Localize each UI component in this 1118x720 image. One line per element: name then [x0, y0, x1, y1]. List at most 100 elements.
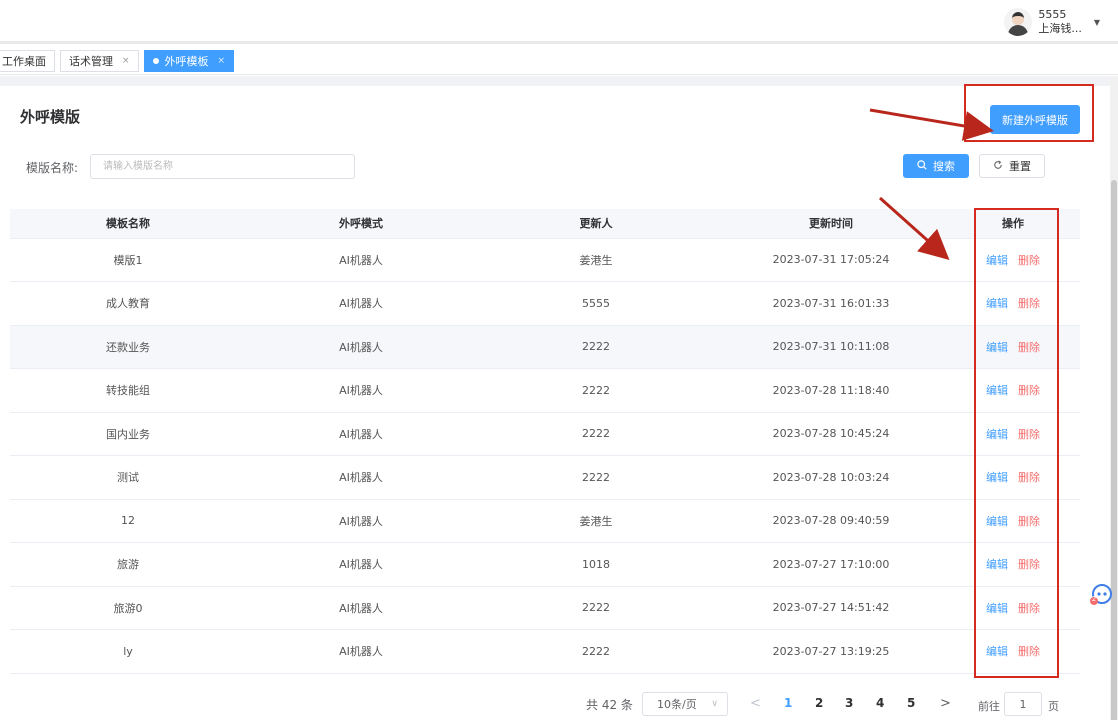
template-name-input[interactable] [90, 154, 355, 179]
user-menu[interactable]: 5555 上海钱... ▼ [1004, 5, 1100, 39]
cell-updater: 2222 [476, 412, 716, 456]
search-button[interactable]: 搜索 [903, 154, 969, 178]
page-size-select[interactable]: 10条/页 ∨ [642, 692, 728, 716]
cell-update-time: 2023-07-27 13:19:25 [716, 629, 946, 674]
table-header-row: 模板名称 外呼模式 更新人 更新时间 操作 [10, 209, 1080, 239]
page-scrollbar[interactable] [1110, 76, 1118, 720]
table-row: 还款业务 AI机器人 2222 2023-07-31 10:11:08 编辑 删除 [10, 325, 1080, 369]
table-body: 模版1 AI机器人 姜港生 2023-07-31 17:05:24 编辑 删除 成人教育 AI… [10, 238, 1080, 674]
cell-updater: 姜港生 [476, 499, 716, 543]
cell-call-mode: AI机器人 [246, 238, 476, 282]
cell-updater: 2222 [476, 586, 716, 630]
cell-update-time: 2023-07-31 16:01:33 [716, 281, 946, 326]
table-row: 旅游 AI机器人 1018 2023-07-27 17:10:00 编辑 删除 [10, 542, 1080, 587]
template-name-label: 模版名称: [26, 161, 79, 175]
col-update-time: 更新时间 [716, 209, 946, 239]
table-row: ly AI机器人 2222 2023-07-27 13:19:25 编辑 删除 [10, 629, 1080, 674]
page-4[interactable]: 4 [876, 696, 884, 710]
scrollbar-thumb[interactable] [1111, 180, 1117, 720]
search-icon [917, 159, 927, 173]
cell-update-time: 2023-07-28 11:18:40 [716, 368, 946, 413]
cell-updater: 姜港生 [476, 238, 716, 282]
cell-update-time: 2023-07-28 09:40:59 [716, 499, 946, 543]
cell-call-mode: AI机器人 [246, 499, 476, 543]
cell-template-name: 旅游0 [10, 586, 246, 630]
close-icon[interactable]: × [218, 56, 226, 66]
pagination-total: 共 42 条 [586, 697, 633, 712]
cell-template-name: 12 [10, 499, 246, 543]
page-2[interactable]: 2 [815, 696, 823, 710]
chevron-down-icon: ∨ [711, 699, 718, 709]
cell-call-mode: AI机器人 [246, 629, 476, 674]
active-dot-icon [152, 57, 159, 64]
table-row: 转技能组 AI机器人 2222 2023-07-28 11:18:40 编辑 删除 [10, 368, 1080, 413]
table-row: 国内业务 AI机器人 2222 2023-07-28 10:45:24 编辑 删除 [10, 412, 1080, 456]
cell-call-mode: AI机器人 [246, 586, 476, 630]
table-row: 模版1 AI机器人 姜港生 2023-07-31 17:05:24 编辑 删除 [10, 238, 1080, 282]
tab-script-management[interactable]: 话术管理 × [60, 49, 139, 72]
top-bar: 5555 上海钱... ▼ [0, 0, 1118, 44]
cell-call-mode: AI机器人 [246, 368, 476, 413]
user-name: 5555 [1038, 8, 1067, 21]
cell-template-name: 旅游 [10, 542, 246, 587]
page-5[interactable]: 5 [907, 696, 915, 710]
cell-template-name: 测试 [10, 455, 246, 500]
cell-call-mode: AI机器人 [246, 412, 476, 456]
table-row: 测试 AI机器人 2222 2023-07-28 10:03:24 编辑 删除 [10, 455, 1080, 500]
table-row: 成人教育 AI机器人 5555 2023-07-31 16:01:33 编辑 删除 [10, 281, 1080, 326]
cell-template-name: 转技能组 [10, 368, 246, 413]
user-org: 上海钱... [1038, 22, 1082, 35]
cell-update-time: 2023-07-28 10:45:24 [716, 412, 946, 456]
content-divider [0, 76, 1110, 86]
cell-call-mode: AI机器人 [246, 281, 476, 326]
col-template-name: 模板名称 [10, 209, 246, 239]
search-button-label: 搜索 [933, 160, 955, 173]
cell-updater: 2222 [476, 368, 716, 413]
page-1[interactable]: 1 [784, 696, 792, 710]
cell-template-name: ly [10, 629, 246, 674]
table-row: 旅游0 AI机器人 2222 2023-07-27 14:51:42 编辑 删除 [10, 586, 1080, 630]
goto-suffix: 页 [1048, 700, 1059, 713]
prev-page-button[interactable]: < [750, 696, 761, 711]
tab-label: 外呼模板 [164, 54, 209, 68]
annotation-box-new-button [964, 84, 1094, 142]
cell-update-time: 2023-07-27 14:51:42 [716, 586, 946, 630]
cell-template-name: 成人教育 [10, 281, 246, 326]
chat-assistant-icon[interactable]: 2 [1089, 583, 1113, 607]
goto-page-input[interactable] [1004, 692, 1042, 716]
refresh-icon [993, 160, 1003, 173]
cell-template-name: 国内业务 [10, 412, 246, 456]
page-title: 外呼模版 [20, 108, 81, 126]
user-info: 5555 上海钱... [1038, 8, 1082, 36]
cell-call-mode: AI机器人 [246, 325, 476, 369]
col-updater: 更新人 [476, 209, 716, 239]
page-3[interactable]: 3 [845, 696, 853, 710]
tab-label: 工作桌面 [2, 54, 46, 68]
notification-badge: 2 [1091, 595, 1097, 603]
goto-prefix: 前往 [978, 700, 1000, 713]
cell-update-time: 2023-07-31 10:11:08 [716, 325, 946, 369]
close-icon[interactable]: × [122, 56, 130, 66]
template-table: 模板名称 外呼模式 更新人 更新时间 操作 模版1 AI机器人 姜港生 2023-07… [10, 209, 1080, 674]
cell-updater: 2222 [476, 325, 716, 369]
cell-template-name: 还款业务 [10, 325, 246, 369]
cell-updater: 2222 [476, 629, 716, 674]
tab-bar: 工作桌面 话术管理 × 外呼模板 × [0, 47, 1118, 75]
reset-button-label: 重置 [1009, 160, 1031, 173]
cell-updater: 2222 [476, 455, 716, 500]
cell-update-time: 2023-07-27 17:10:00 [716, 542, 946, 587]
cell-update-time: 2023-07-31 17:05:24 [716, 238, 946, 282]
cell-call-mode: AI机器人 [246, 455, 476, 500]
col-call-mode: 外呼模式 [246, 209, 476, 239]
tab-workbench[interactable]: 工作桌面 [0, 49, 55, 72]
next-page-button[interactable]: > [940, 696, 951, 711]
annotation-box-actions-column [974, 208, 1059, 678]
cell-updater: 5555 [476, 281, 716, 326]
page-size-value: 10条/页 [657, 698, 697, 711]
tab-label: 话术管理 [69, 54, 113, 68]
caret-down-icon[interactable]: ▼ [1094, 18, 1100, 27]
table-row: 12 AI机器人 姜港生 2023-07-28 09:40:59 编辑 删除 [10, 499, 1080, 543]
cell-template-name: 模版1 [10, 238, 246, 282]
reset-button[interactable]: 重置 [979, 154, 1045, 178]
tab-outbound-template[interactable]: 外呼模板 × [143, 49, 235, 72]
